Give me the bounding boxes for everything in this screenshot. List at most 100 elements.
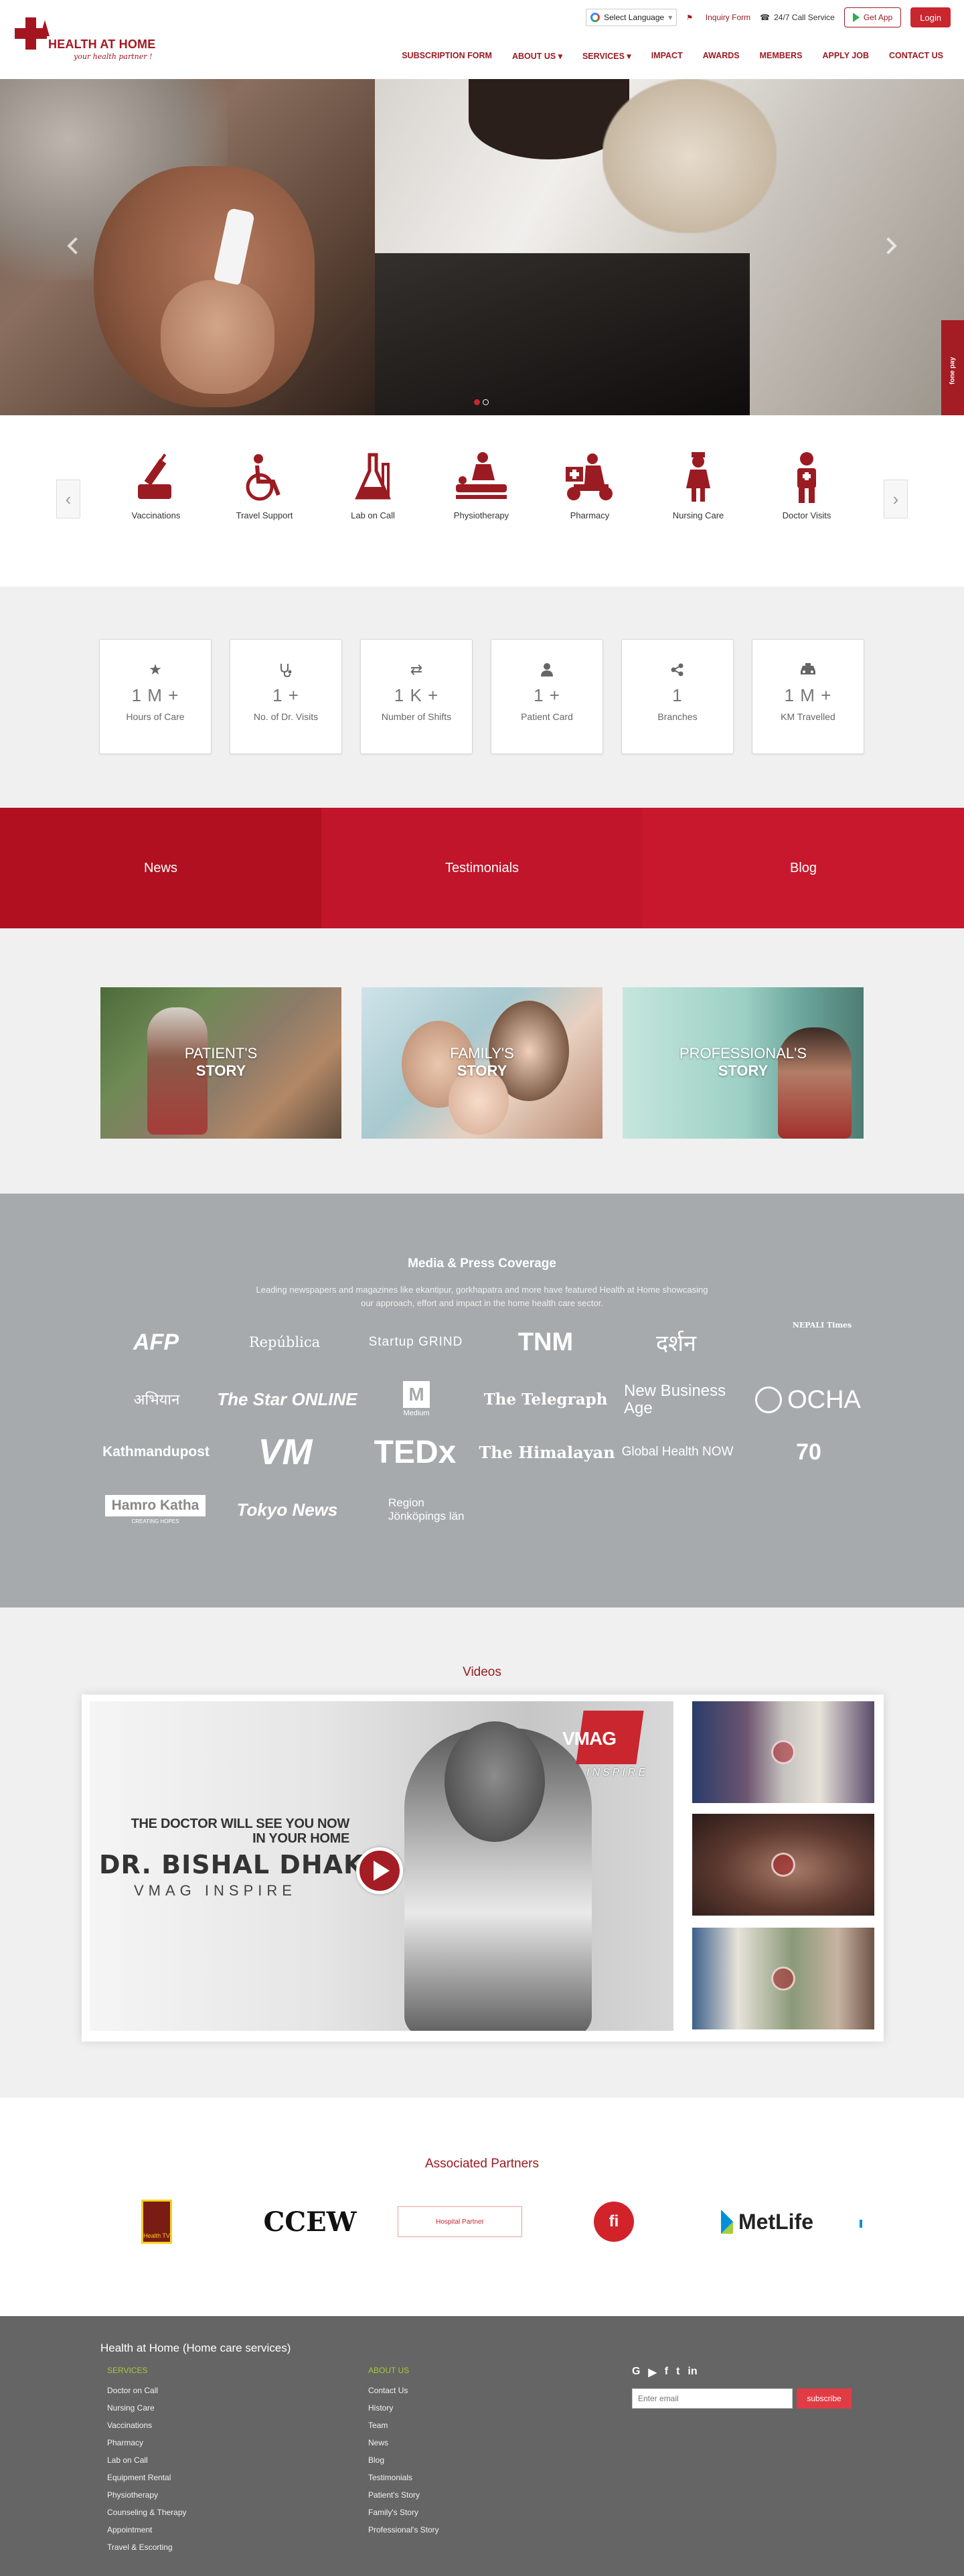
footer-link[interactable]: Professional's Story (368, 2521, 439, 2538)
partner-hospital[interactable]: Hospital Partner (398, 2197, 522, 2246)
inquiry-link[interactable]: ⚑ Inquiry Form (686, 13, 750, 22)
republica-logo[interactable]: República (228, 1325, 341, 1360)
professionals-story-card[interactable]: PROFESSIONAL'S STORY (623, 987, 864, 1139)
service-vaccinations[interactable]: Vaccinations (112, 449, 199, 520)
service-nursing-care[interactable]: Nursing Care (655, 449, 742, 520)
footer-link[interactable]: Equipment Rental (107, 2469, 187, 2486)
tokyo-news-logo[interactable]: Tokyo News (232, 1488, 343, 1531)
nav-impact[interactable]: IMPACT (641, 51, 693, 61)
partner-health-tv[interactable]: Health TV (138, 2197, 175, 2246)
global-health-now-logo[interactable]: Global Health NOW (620, 1437, 735, 1467)
region-jonkoping-logo[interactable]: Region Jönköpings län (362, 1491, 475, 1528)
startup-grind-logo[interactable]: Startup GRIND (360, 1325, 471, 1360)
tab-news[interactable]: News (0, 808, 321, 928)
footer-link[interactable]: News (368, 2434, 439, 2451)
familys-story-card[interactable]: FAMILY'S STORY (362, 987, 602, 1139)
new-business-age-logo[interactable]: New Business Age (624, 1380, 731, 1420)
footer-link[interactable]: Physiotherapy (107, 2486, 187, 2504)
call-link[interactable]: ☎ 24/7 Call Service (760, 13, 835, 22)
patients-story-card[interactable]: PATIENT'S STORY (100, 987, 341, 1139)
services-prev-button[interactable]: ‹ (56, 480, 80, 518)
ocha-logo[interactable]: OCHA (751, 1382, 865, 1417)
hero-dot-1[interactable] (474, 399, 480, 405)
vm-logo[interactable]: VM (245, 1432, 325, 1472)
the-telegraph-logo[interactable]: The Telegraph (484, 1384, 608, 1415)
footer-link[interactable]: Blog (368, 2451, 439, 2469)
newsletter-email-input[interactable] (632, 2388, 793, 2409)
nav-about-us[interactable]: ABOUT US ▾ (502, 51, 572, 61)
footer-link[interactable]: Appointment (107, 2521, 187, 2538)
medium-logo[interactable]: M Medium (396, 1378, 436, 1420)
youtube-icon[interactable]: ▶ (648, 2366, 656, 2379)
tab-testimonials[interactable]: Testimonials (321, 808, 643, 928)
nav-members[interactable]: MEMBERS (750, 51, 813, 61)
nav-subscription-form[interactable]: SUBSCRIPTION FORM (392, 51, 502, 61)
nav-awards[interactable]: AWARDS (693, 51, 750, 61)
service-physiotherapy[interactable]: Physiotherapy (438, 449, 525, 520)
stat-label: Hours of Care (126, 711, 185, 722)
map-marker-icon: ⚑ (686, 13, 694, 22)
play-button-icon[interactable] (356, 1847, 403, 1894)
fonepay-badge[interactable]: fone pay (941, 320, 964, 415)
services-next-button[interactable]: › (884, 480, 908, 518)
partner-ccew[interactable]: CCEW (246, 2197, 374, 2246)
service-pharmacy[interactable]: Pharmacy (546, 449, 633, 520)
login-button[interactable]: Login (910, 7, 951, 27)
tedx-logo[interactable]: TEDx (362, 1432, 469, 1472)
darshan-logo[interactable]: दर्शन (636, 1322, 716, 1362)
tnm-logo[interactable]: TNM (509, 1322, 582, 1362)
story-line1: PATIENT'S (184, 1045, 258, 1062)
footer-link[interactable]: Family's Story (368, 2504, 439, 2521)
footer-link[interactable]: Testimonials (368, 2469, 439, 2486)
nurse-icon (655, 449, 742, 506)
partner-fi[interactable]: fi (592, 2197, 636, 2246)
service-lab-on-call[interactable]: Lab on Call (329, 449, 416, 520)
service-label: Nursing Care (672, 510, 724, 520)
partner-metlife[interactable]: MetLife (707, 2197, 827, 2246)
facebook-icon[interactable]: f (665, 2366, 668, 2379)
footer-link[interactable]: Lab on Call (107, 2451, 187, 2469)
footer-link[interactable]: Doctor on Call (107, 2382, 187, 2399)
get-app-button[interactable]: Get App (843, 7, 902, 27)
video-thumbnail-1[interactable] (692, 1701, 874, 1803)
nav-contact-us[interactable]: CONTACT US (879, 51, 953, 61)
footer-link[interactable]: Contact Us (368, 2382, 439, 2399)
the-star-online-logo[interactable]: The Star ONLINE (217, 1381, 357, 1417)
nav-services[interactable]: SERVICES ▾ (572, 51, 641, 61)
footer-link[interactable]: Patient's Story (368, 2486, 439, 2504)
main-video[interactable]: THE DOCTOR WILL SEE YOU NOW IN YOUR HOME … (90, 1701, 673, 2031)
service-travel-support[interactable]: Travel Support (221, 449, 308, 520)
tab-blog[interactable]: Blog (643, 808, 964, 928)
nav-apply-job[interactable]: APPLY JOB (813, 51, 879, 61)
footer-link[interactable]: History (368, 2399, 439, 2417)
the-himalayan-logo[interactable]: The Himalayan (479, 1436, 615, 1468)
footer-link[interactable]: Team (368, 2417, 439, 2434)
kathmandu-post-logo[interactable]: Kathmandupost (99, 1436, 213, 1468)
video-thumbnail-3[interactable] (692, 1928, 874, 2029)
video-thumbnail-2[interactable] (692, 1814, 874, 1916)
video-doctor-name: DR. BISHAL DHAKAL (99, 1850, 402, 1879)
footer-link[interactable]: Counseling & Therapy (107, 2504, 187, 2521)
footer-link[interactable]: Pharmacy (107, 2434, 187, 2451)
language-select[interactable]: Select Language ▾ (586, 9, 677, 26)
footer-link[interactable]: Vaccinations (107, 2417, 187, 2434)
afp-logo[interactable]: AFP (112, 1325, 199, 1360)
linkedin-icon[interactable]: in (688, 2366, 697, 2379)
subscribe-button[interactable]: subscribe (797, 2388, 852, 2409)
hero-dot-2[interactable] (483, 399, 489, 405)
footer-link[interactable]: Nursing Care (107, 2399, 187, 2417)
twitter-icon[interactable]: t (676, 2366, 679, 2379)
footer-link[interactable]: Travel & Escorting (107, 2538, 187, 2556)
google-plus-icon[interactable]: G (632, 2366, 640, 2379)
service-doctor-visits[interactable]: Doctor Visits (763, 449, 850, 520)
nepali-times-logo[interactable]: NEPALI Times (755, 1321, 862, 1364)
service-label: Pharmacy (570, 510, 610, 520)
video-gallery: THE DOCTOR WILL SEE YOU NOW IN YOUR HOME … (82, 1695, 884, 2042)
site-logo[interactable]: HEALTH AT HOME your health partner ! (8, 17, 169, 71)
stat-value: 1 M + (131, 685, 179, 705)
stories-section: PATIENT'S STORY FAMILY'S STORY PROFESSIONA… (0, 928, 964, 1194)
hamro-katha-logo[interactable]: Hamro Katha CREATING HOPES (100, 1491, 210, 1528)
un70-logo[interactable]: 70 (789, 1429, 829, 1475)
taxi-icon (752, 661, 864, 678)
abhiyan-logo[interactable]: अभियान (110, 1378, 204, 1420)
